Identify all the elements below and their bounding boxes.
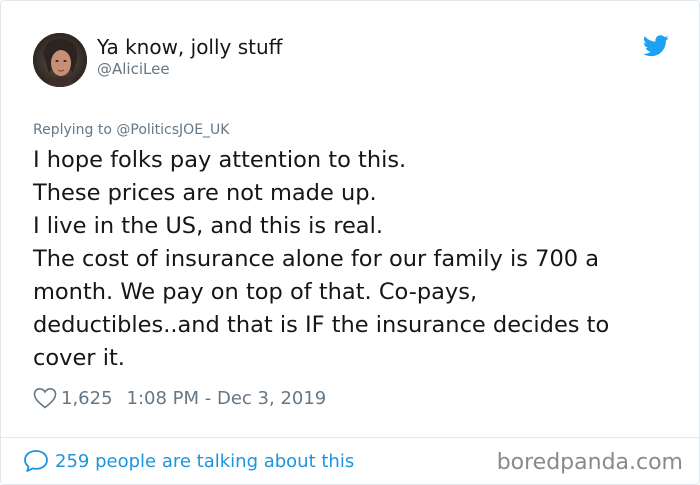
display-name[interactable]: Ya know, jolly stuff xyxy=(97,35,282,59)
conversation-link[interactable]: 259 people are talking about this xyxy=(23,449,354,473)
twitter-bird-icon[interactable] xyxy=(643,35,669,57)
divider xyxy=(1,437,700,438)
tweet-text: I hope folks pay attention to this. Thes… xyxy=(33,144,673,375)
like-count: 1,625 xyxy=(61,387,113,409)
tweet-line: month. We pay on top of that. Co-pays, xyxy=(33,279,478,305)
tweet-timestamp[interactable]: 1:08 PM - Dec 3, 2019 xyxy=(127,388,327,409)
tweet-line: I live in the US, and this is real. xyxy=(33,213,384,239)
conversation-count-text: 259 people are talking about this xyxy=(55,450,355,472)
user-handle[interactable]: @AliciLee xyxy=(97,60,170,78)
tweet-line: cover it. xyxy=(33,345,125,371)
watermark: boredpanda.com xyxy=(496,450,683,475)
replying-prefix: Replying to xyxy=(33,122,117,138)
avatar[interactable] xyxy=(33,33,87,87)
tweet-meta: 1,625 1:08 PM - Dec 3, 2019 xyxy=(33,385,326,411)
heart-icon xyxy=(33,387,57,409)
tweet-line: These prices are not made up. xyxy=(33,180,377,206)
like-button[interactable]: 1,625 xyxy=(33,387,127,409)
tweet-line: I hope folks pay attention to this. xyxy=(33,147,407,173)
replying-to: Replying to @PoliticsJOE_UK xyxy=(33,122,229,138)
tweet-card: Ya know, jolly stuff @AliciLee Replying … xyxy=(0,0,700,485)
tweet-line: The cost of insurance alone for our fami… xyxy=(33,246,600,272)
avatar-image xyxy=(33,33,87,87)
speech-bubble-icon xyxy=(24,450,48,472)
tweet-line: deductibles..and that is IF the insuranc… xyxy=(33,312,610,338)
replying-handle-link[interactable]: @PoliticsJOE_UK xyxy=(116,122,229,138)
